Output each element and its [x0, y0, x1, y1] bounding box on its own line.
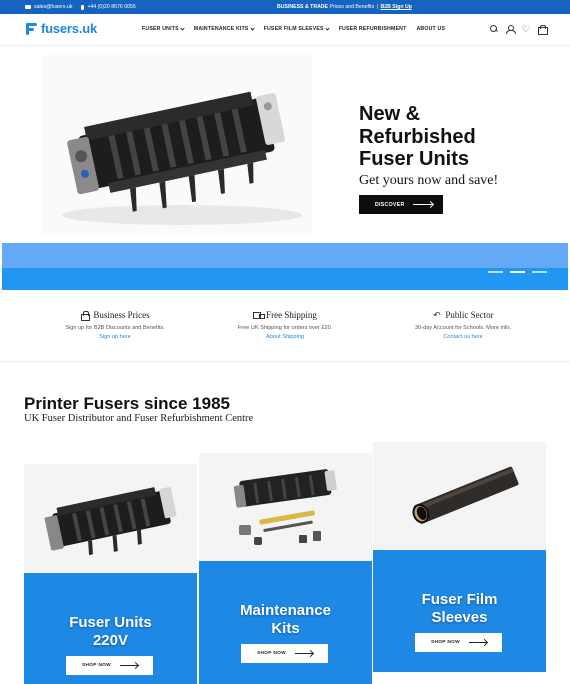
account-icon[interactable]	[506, 25, 516, 34]
top-bar: sales@fusers.uk +44 (0)20 8676 0055 BUSI…	[0, 0, 570, 14]
arrow-right-icon	[119, 665, 138, 666]
nav-label: ABOUT US	[416, 26, 446, 32]
hero-band-light	[2, 243, 568, 268]
card-title: Fuser Units 220V	[24, 614, 197, 650]
card-title-line: Fuser Units	[69, 614, 152, 631]
email-link[interactable]: sales@fusers.uk	[34, 4, 72, 10]
hero-title-line: Fuser Units	[359, 148, 470, 170]
fuser-unit-image	[42, 55, 312, 235]
shop-now-label: SHOP NOW	[257, 651, 286, 656]
card-title-line: 220V	[92, 632, 129, 649]
arrow-right-icon	[412, 204, 433, 205]
section-title: Printer Fusers since 1985	[24, 394, 231, 413]
feature-desc: Free UK Shipping for orders over £20.	[237, 325, 333, 331]
email-icon	[25, 5, 31, 9]
nav-label: FUSER FILM SLEEVES	[263, 26, 324, 32]
site-header: fusers.uk FUSER UNITS MAINTENANCE KITS F…	[0, 14, 570, 46]
feature-desc: 30-day Account for Schools. More info.	[414, 325, 512, 331]
nav-about-us[interactable]: ABOUT US	[416, 26, 445, 32]
hero-title-line: New &	[359, 103, 421, 125]
features-strip: Business Prices Sign up for B2B Discount…	[0, 302, 570, 362]
contact-info: sales@fusers.uk +44 (0)20 8676 0055	[25, 4, 136, 10]
card-title: Maintenance Kits	[199, 602, 372, 638]
feature-title: Business Prices	[93, 310, 150, 320]
category-card-fuser-film-sleeves[interactable]: Fuser Film Sleeves SHOP NOW	[373, 442, 546, 672]
hero-banner: New & Refurbished Fuser Units Get yours …	[2, 47, 568, 243]
phone-link[interactable]: +44 (0)20 8676 0055	[87, 4, 135, 10]
b2b-signup-link[interactable]: B2B Sign Up	[380, 4, 411, 10]
shop-now-button[interactable]: SHOP NOW	[415, 633, 502, 652]
return-icon: ↶	[433, 310, 441, 320]
phone-icon	[81, 4, 85, 10]
fuser-unit-image	[24, 464, 197, 573]
chevron-down-icon	[249, 25, 255, 31]
nav-fuser-film-sleeves[interactable]: FUSER FILM SLEEVES	[263, 25, 330, 32]
shop-now-button[interactable]: SHOP NOW	[241, 644, 328, 663]
trade-promo: BUSINESS & TRADE Prices and Benefits | B…	[277, 4, 412, 10]
slider-dot[interactable]	[532, 271, 547, 273]
shop-now-label: SHOP NOW	[431, 640, 460, 645]
nav-label: FUSER REFURBISHMENT	[338, 26, 407, 32]
discover-button[interactable]: DISCOVER	[359, 195, 443, 214]
arrow-right-icon	[468, 642, 487, 643]
feature-title: Public Sector	[445, 310, 494, 320]
shop-now-button[interactable]: SHOP NOW	[66, 656, 153, 675]
card-title-line: Kits	[271, 620, 300, 637]
maintenance-kit-image	[199, 453, 372, 561]
fuser-film-sleeve-image	[373, 442, 546, 550]
nav-maintenance-kits[interactable]: MAINTENANCE KITS	[193, 25, 255, 32]
feature-public-sector: ↶ Public Sector 30-day Account for School…	[368, 310, 558, 340]
card-title-line: Sleeves	[431, 609, 488, 626]
feature-link[interactable]: Sign up here	[20, 334, 210, 340]
slider-indicators	[488, 271, 547, 273]
slider-dot-active[interactable]	[510, 271, 525, 273]
category-card-fuser-units[interactable]: Fuser Units 220V SHOP NOW	[24, 464, 197, 684]
card-title-line: Maintenance	[240, 602, 331, 619]
slider-dot[interactable]	[488, 271, 503, 273]
promo-separator: |	[376, 4, 378, 10]
feature-free-shipping: Free Shipping Free UK Shipping for order…	[190, 310, 380, 340]
chevron-down-icon	[325, 25, 330, 31]
category-card-maintenance-kits[interactable]: Maintenance Kits SHOP NOW	[199, 453, 372, 684]
hero-subtitle: Get yours now and save!	[359, 173, 499, 188]
nav-label: MAINTENANCE KITS	[193, 26, 249, 32]
card-title-line: Fuser Film	[421, 591, 498, 608]
header-icons: ♡	[490, 25, 548, 35]
feature-desc: Sign up for B2B Discounts and Benefits.	[65, 325, 165, 331]
logo-icon	[24, 22, 38, 36]
chevron-down-icon	[180, 25, 185, 31]
site-logo[interactable]: fusers.uk	[24, 21, 97, 36]
nav-fuser-units[interactable]: FUSER UNITS	[142, 25, 185, 32]
feature-business-prices: Business Prices Sign up for B2B Discount…	[20, 310, 210, 340]
promo-bold: BUSINESS & TRADE	[277, 4, 329, 10]
section-subtitle: UK Fuser Distributor and Fuser Refurbish…	[24, 413, 254, 424]
feature-link[interactable]: About Shipping	[190, 334, 380, 340]
promo-text: Prices and Benefits	[329, 4, 375, 10]
wishlist-icon[interactable]: ♡	[522, 25, 530, 34]
shop-now-label: SHOP NOW	[82, 663, 111, 668]
lock-icon	[80, 311, 91, 321]
main-nav: FUSER UNITS MAINTENANCE KITS FUSER FILM …	[142, 25, 445, 32]
feature-title: Free Shipping	[266, 310, 317, 320]
logo-text: fusers.uk	[41, 21, 98, 36]
nav-fuser-refurbishment[interactable]: FUSER REFURBISHMENT	[339, 26, 407, 32]
truck-icon	[253, 311, 266, 319]
card-title: Fuser Film Sleeves	[373, 591, 546, 627]
cart-icon[interactable]	[538, 25, 548, 35]
search-icon[interactable]	[490, 25, 498, 33]
hero-band-dark	[2, 268, 568, 290]
hero-title: New & Refurbished Fuser Units	[359, 103, 559, 171]
feature-link[interactable]: Contact us here	[368, 334, 558, 340]
discover-label: DISCOVER	[375, 201, 405, 208]
nav-label: FUSER UNITS	[142, 26, 179, 32]
hero-title-line: Refurbished	[359, 125, 476, 148]
arrow-right-icon	[294, 653, 313, 654]
